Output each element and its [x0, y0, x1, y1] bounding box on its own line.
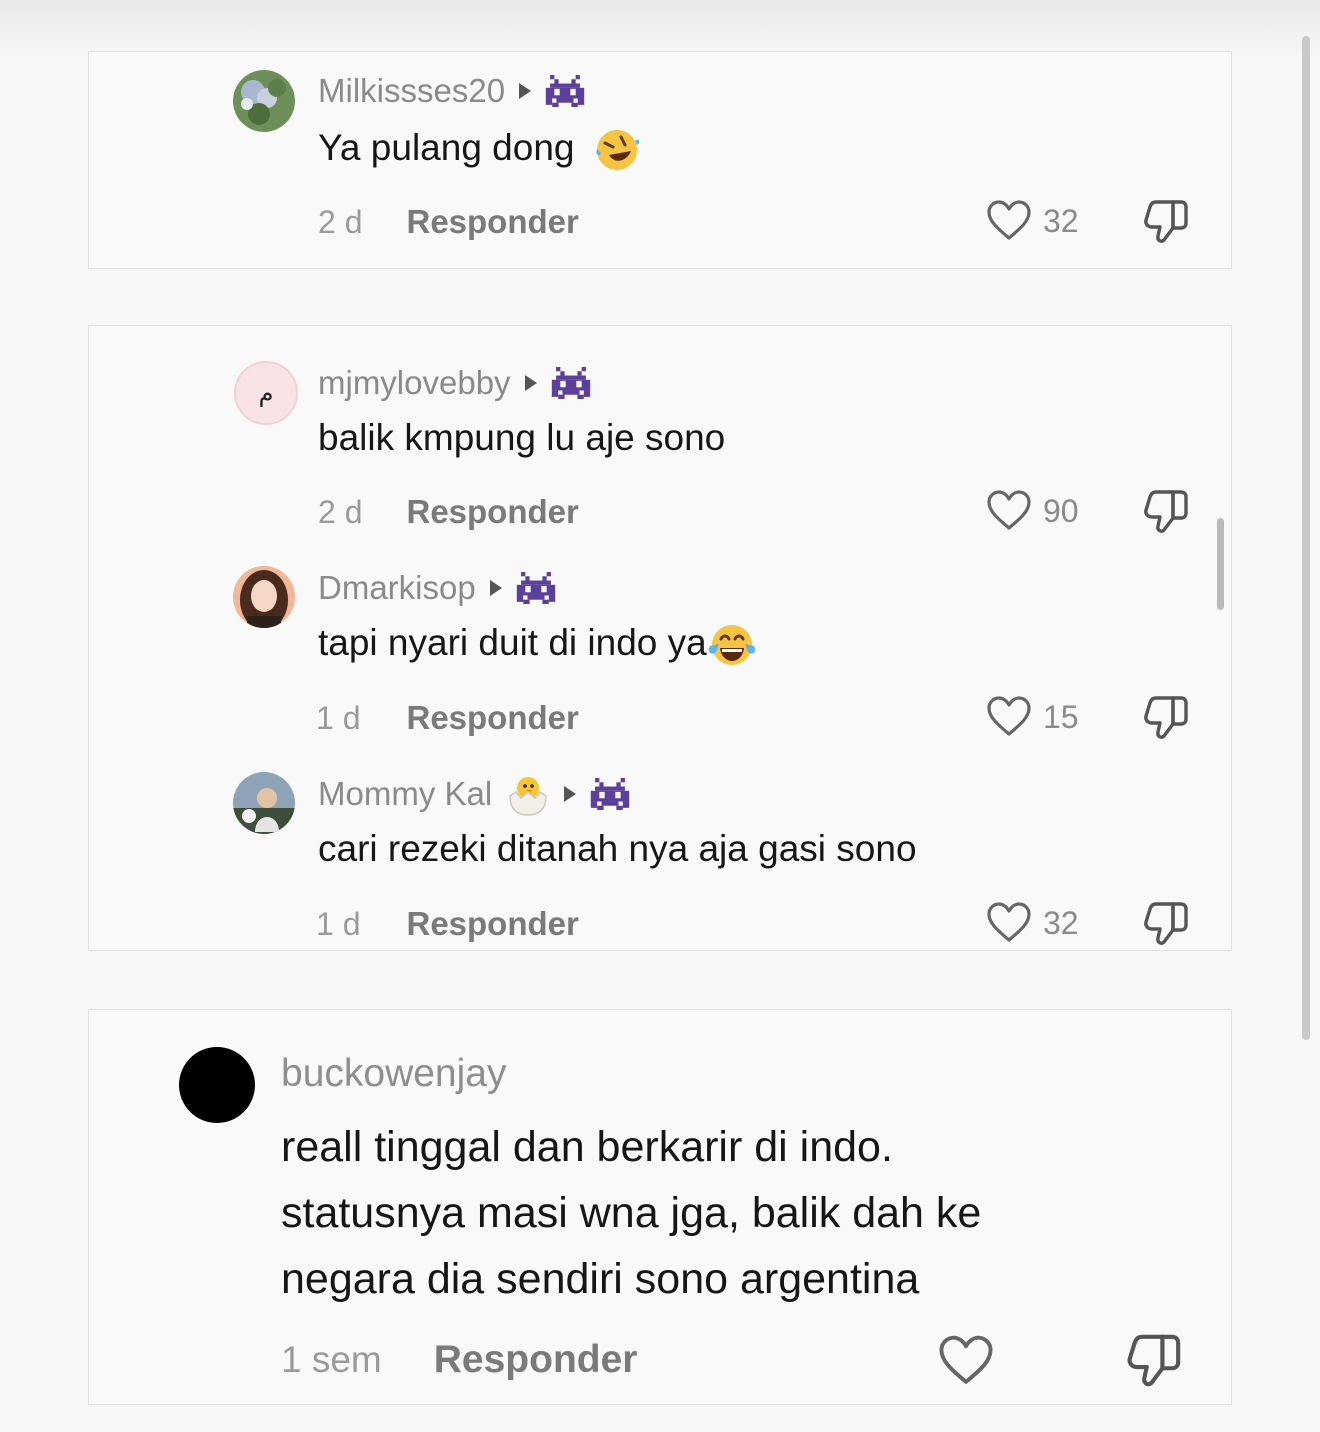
comment-text: tapi nyari duit di indo ya	[318, 621, 757, 668]
username[interactable]: mjmylovebby	[318, 364, 511, 402]
like-button[interactable]: 15	[987, 696, 1079, 738]
heart-outline-icon	[939, 1335, 993, 1384]
comment-text-line: negara dia sendiri sono argentina	[281, 1255, 920, 1303]
space-invader-icon	[590, 778, 630, 810]
avatar[interactable]	[233, 70, 295, 132]
username-row: Mommy Kal	[318, 772, 630, 816]
reply-button[interactable]: Responder	[406, 493, 578, 531]
space-invader-icon	[551, 367, 590, 399]
comment-text-content: cari rezeki ditanah nya aja gasi sono	[318, 828, 917, 869]
like-button[interactable]: 90	[987, 490, 1079, 532]
comment-meta: 2 d Responder	[318, 493, 579, 531]
comment-text-content: Ya pulang dong	[318, 127, 575, 168]
username[interactable]: Milkissses20	[318, 72, 505, 110]
avatar[interactable]	[233, 566, 295, 628]
avatar[interactable]	[179, 1047, 255, 1123]
rolling-laughing-emoji-icon	[596, 130, 639, 171]
comment-meta: 1 d Responder	[316, 699, 579, 737]
username[interactable]: Dmarkisop	[318, 569, 476, 607]
reply-button[interactable]: Responder	[406, 203, 578, 241]
reply-button[interactable]: Responder	[406, 699, 578, 737]
username-row: mjmylovebby	[318, 364, 591, 402]
comment-meta: 2 d Responder	[318, 203, 579, 241]
play-icon	[519, 83, 532, 99]
tears-of-joy-emoji-icon	[708, 625, 755, 666]
card-scrollbar[interactable]	[1217, 518, 1224, 610]
username-row: Dmarkisop	[318, 569, 556, 607]
space-invader-icon	[545, 75, 585, 107]
username[interactable]: Mommy Kal	[318, 775, 492, 813]
like-count: 32	[1043, 202, 1079, 239]
avatar-letter: م	[258, 379, 274, 407]
comment-text: Ya pulang dong	[318, 126, 641, 173]
play-icon	[524, 375, 537, 391]
comment-meta: 1 d Responder	[316, 905, 579, 943]
thumbs-down-icon	[1126, 1332, 1182, 1390]
avatar[interactable]	[233, 772, 295, 834]
username-row: Milkissses20	[318, 72, 585, 110]
space-invader-icon	[516, 572, 555, 604]
heart-outline-icon	[987, 902, 1031, 942]
dislike-button[interactable]	[1143, 694, 1189, 747]
username-row: buckowenjay	[281, 1052, 506, 1096]
heart-outline-icon	[987, 490, 1031, 530]
comment-text: cari rezeki ditanah nya aja gasi sono	[318, 827, 917, 871]
thumbs-down-icon	[1144, 200, 1188, 243]
dislike-button[interactable]	[1126, 1332, 1182, 1395]
avatar-portrait-image	[233, 566, 295, 628]
play-icon	[489, 580, 502, 596]
dislike-button[interactable]	[1143, 900, 1189, 953]
heart-outline-icon	[987, 696, 1031, 736]
dislike-button[interactable]	[1143, 488, 1189, 541]
timestamp: 1 d	[316, 699, 361, 736]
comment-text: reall tinggal dan berkarir di indo. stat…	[281, 1114, 981, 1312]
comment-text-line: reall tinggal dan berkarir di indo.	[281, 1123, 893, 1171]
like-count: 90	[1043, 492, 1079, 529]
play-icon	[564, 786, 577, 802]
dislike-button[interactable]	[1143, 198, 1189, 251]
like-count: 15	[1043, 698, 1079, 735]
thumbs-down-icon	[1144, 490, 1188, 533]
thumbs-down-icon	[1144, 696, 1188, 739]
timestamp: 1 d	[316, 905, 361, 942]
timestamp: 2 d	[318, 203, 363, 240]
page-scrollbar[interactable]	[1302, 36, 1310, 1040]
avatar-photo-image	[233, 772, 295, 834]
avatar-flowers-image	[233, 70, 295, 132]
like-count: 32	[1043, 904, 1079, 941]
like-button[interactable]	[939, 1335, 993, 1387]
like-button[interactable]: 32	[987, 200, 1079, 242]
thumbs-down-icon	[1144, 902, 1188, 945]
comment-text: balik kmpung lu aje sono	[318, 416, 725, 460]
hatching-chick-icon	[509, 777, 547, 816]
comment-meta: 1 sem Responder	[281, 1338, 637, 1382]
comment-text-line: statusnya masi wna jga, balik dah ke	[281, 1189, 982, 1237]
username[interactable]: buckowenjay	[281, 1052, 506, 1096]
comment-text-content: tapi nyari duit di indo ya	[318, 622, 707, 663]
reply-button[interactable]: Responder	[406, 905, 578, 943]
avatar[interactable]: م	[234, 361, 298, 425]
comment-text-content: balik kmpung lu aje sono	[318, 417, 726, 458]
heart-outline-icon	[987, 200, 1031, 240]
like-button[interactable]: 32	[987, 902, 1079, 944]
timestamp: 1 sem	[281, 1339, 382, 1380]
reply-button[interactable]: Responder	[434, 1338, 638, 1382]
timestamp: 2 d	[318, 493, 363, 530]
